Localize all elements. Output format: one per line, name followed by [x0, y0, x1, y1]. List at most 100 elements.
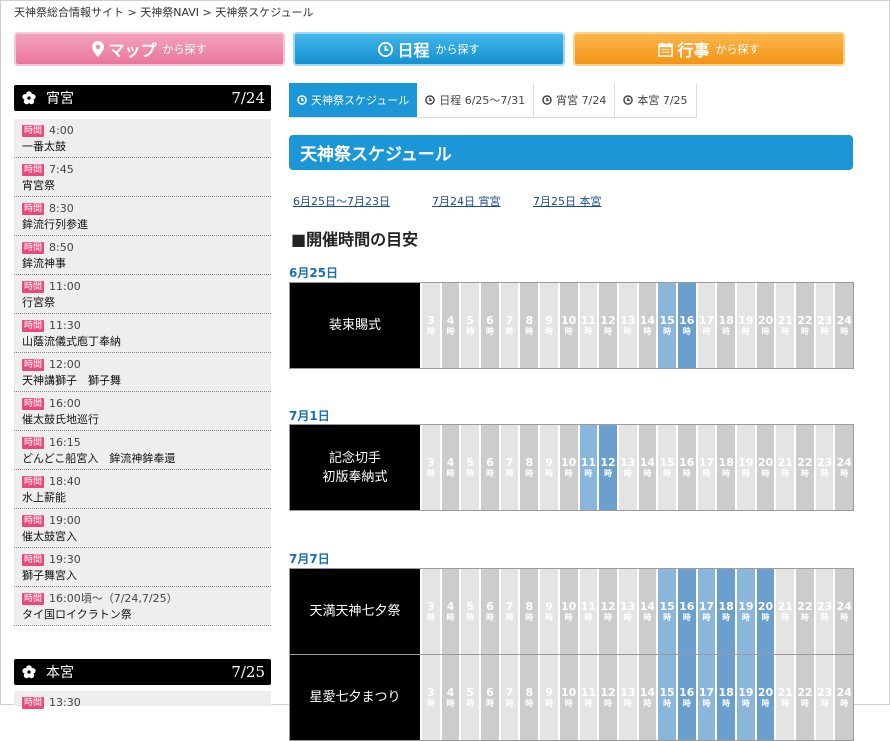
event-name-line: 天満天神七夕祭	[309, 604, 401, 619]
hour-suffix: 時	[643, 699, 652, 708]
hour-number: 14	[639, 314, 656, 327]
day-label: 7月1日	[289, 409, 330, 423]
list-item[interactable]: 時間 19:00 催太鼓宮入	[14, 509, 271, 548]
hour-number: 16	[679, 600, 695, 613]
hour-number: 8	[525, 686, 534, 699]
hour-suffix: 時	[722, 613, 731, 622]
tab-3[interactable]: 本宮 7/25	[615, 83, 697, 117]
breadcrumb-item-navi[interactable]: 天神祭NAVI	[140, 6, 199, 19]
hour-number: 23	[816, 686, 833, 699]
link-jul24-yoimiya[interactable]: 7月24日 宵宮	[432, 193, 501, 209]
hour-suffix: 時	[485, 469, 494, 478]
hour-cell: 5時	[461, 655, 480, 740]
hour-number: 11	[580, 600, 596, 613]
hour-cell: 20 時	[756, 283, 775, 368]
hour-cell: 16 時	[677, 283, 696, 368]
map-search-suffix: から探す	[162, 43, 207, 56]
list-item[interactable]: 時間 8:30 鉾流行列参進	[14, 197, 271, 236]
hour-number: 9	[545, 600, 553, 613]
list-item[interactable]: 時間 16:00 催太鼓氏地巡行	[14, 392, 271, 431]
list-item[interactable]: 時間 13:30	[14, 691, 271, 730]
hour-cell: 17 時	[697, 655, 716, 740]
hour-cell: 14 時	[638, 283, 657, 368]
event-row: 星愛七夕まつり 3 時 4 時 5 時 6 時 7 時 8 時 9 時 10 時 11 時 12 時 13 時 14 時 15 時 1…	[290, 654, 854, 740]
hour-cell: 23 時	[815, 655, 834, 740]
hour-cell: 21 時	[776, 425, 795, 510]
hour-cell: 19 時	[737, 569, 755, 654]
hour-number: 18	[718, 456, 734, 469]
hour-number: 12	[600, 600, 616, 613]
hour-suffix: 時	[682, 699, 691, 708]
yoimiya-date: 7/24	[231, 89, 265, 107]
breadcrumb-item-site[interactable]: 天神祭総合情報サイト	[14, 6, 124, 19]
event-name[interactable]: 装束賜式	[290, 283, 420, 368]
hour-number: 12	[600, 686, 616, 699]
list-item[interactable]: 時間 19:30 獅子舞宮入	[14, 548, 271, 587]
schedule-grid: 記念切手 初版奉納式 3 時 4 時 5 時 6 時 7 時 8 時 9 時 10 時 11 時 12 時 13 時 14 時 15…	[289, 424, 854, 511]
hour-number: 19	[738, 686, 754, 699]
flower-icon	[22, 665, 36, 679]
map-search-button[interactable]: マップ から探す	[14, 32, 285, 66]
hour-cell: 11 時	[579, 283, 598, 368]
hour-cell: 17 時	[697, 425, 716, 510]
hour-suffix: 時	[584, 469, 593, 478]
tab-label: 本宮 7/25	[637, 94, 688, 107]
hour-cell: 16 時	[677, 425, 696, 510]
schedule-search-button[interactable]: 日程 から探す	[293, 32, 565, 66]
hour-suffix: 時	[800, 469, 809, 478]
hour-cell: 11 時	[579, 655, 598, 740]
breadcrumb-separator: >	[127, 6, 137, 19]
tab-label: 日程 6/25〜7/31	[439, 94, 526, 107]
list-item[interactable]: 時間 7:45 宵宮祭	[14, 158, 271, 197]
hour-suffix: 時	[623, 327, 632, 336]
hour-cell: 15 時	[658, 425, 676, 510]
hour-cell: 21 時	[776, 655, 795, 740]
tab-0[interactable]: 天神祭スケジュール	[289, 83, 418, 117]
list-item[interactable]: 時間 18:40 水上薪能	[14, 470, 271, 509]
list-item[interactable]: 時間 16:00頃〜（7/24,7/25） タイ国ロイクラトン祭	[14, 587, 271, 626]
event-name[interactable]: 星愛七夕まつり	[290, 655, 420, 740]
hour-number: 16	[679, 686, 695, 699]
event-name[interactable]: 記念切手 初版奉納式	[290, 425, 420, 510]
hour-cell: 23 時	[815, 569, 834, 654]
hour-number: 7	[505, 686, 514, 699]
item-time: 16:00	[49, 397, 81, 410]
event-name-line: 星愛七夕まつり	[309, 690, 401, 705]
list-item[interactable]: 時間 4:00 一番太鼓	[14, 119, 271, 158]
hour-suffix: 時	[584, 699, 593, 708]
list-item[interactable]: 時間 12:00 天神講獅子 獅子舞	[14, 353, 271, 392]
link-jun25-jul23[interactable]: 6月25日〜7月23日	[293, 193, 390, 209]
hour-suffix: 時	[722, 469, 731, 478]
hour-number: 11	[580, 456, 596, 469]
day-label: 6月25日	[289, 266, 339, 280]
hour-suffix: 時	[820, 699, 829, 708]
hour-cell: 21 時	[776, 283, 795, 368]
hour-number: 21	[777, 314, 793, 327]
hour-cell: 24 時	[835, 569, 854, 654]
hour-number: 11	[580, 686, 596, 699]
tab-1[interactable]: 日程 6/25〜7/31	[417, 83, 535, 117]
hour-cell: 3時	[422, 283, 440, 368]
list-item[interactable]: 時間 8:50 鉾流神事	[14, 236, 271, 275]
hour-cell: 12 時	[599, 655, 617, 740]
page-title: 天神祭スケジュール	[289, 135, 853, 170]
event-name[interactable]: 天満天神七夕祭	[290, 569, 420, 654]
link-jul25-honmiya[interactable]: 7月25日 本宮	[533, 193, 602, 209]
hour-suffix: 時	[722, 699, 731, 708]
hour-number: 14	[639, 600, 656, 613]
hour-suffix: 時	[505, 327, 514, 336]
hour-number: 7	[505, 456, 514, 469]
tab-2[interactable]: 宵宮 7/24	[534, 83, 616, 117]
hour-suffix: 時	[525, 469, 534, 478]
hour-suffix: 時	[604, 699, 613, 708]
hour-suffix: 時	[505, 613, 514, 622]
hour-suffix: 時	[525, 613, 534, 622]
hour-suffix: 時	[682, 327, 691, 336]
hour-number: 4	[446, 456, 455, 469]
hour-cell: 3時	[422, 569, 440, 654]
list-item[interactable]: 時間 11:00 行宮祭	[14, 275, 271, 314]
event-search-button[interactable]: 行事 から探す	[573, 32, 845, 66]
list-item[interactable]: 時間 16:15 どんどこ船宮入 鉾流神鉾奉還	[14, 431, 271, 470]
day-label: 7月7日	[289, 552, 330, 566]
list-item[interactable]: 時間 11:30 山蔭流儀式庖丁奉納	[14, 314, 271, 353]
